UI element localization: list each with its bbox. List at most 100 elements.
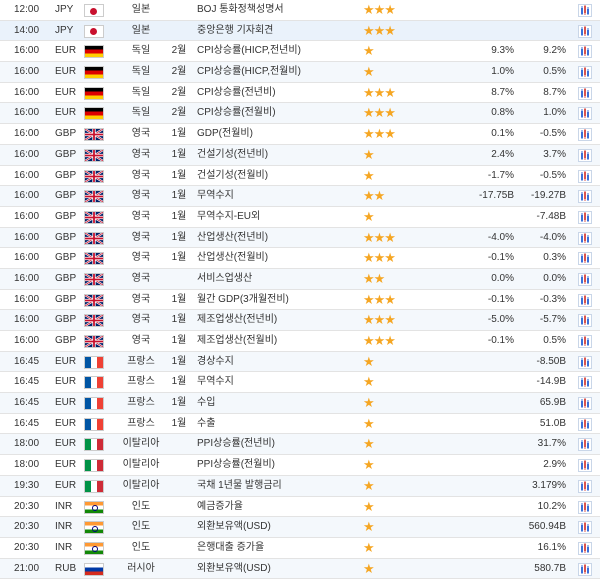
table-row[interactable]: 20:30 INR 인도 예금증가율 ★ 10.2% <box>0 497 600 518</box>
forecast-value: 3.179% <box>532 479 566 491</box>
chart-icon[interactable] <box>578 500 592 514</box>
event-name[interactable]: 건설기성(전월비) <box>197 166 362 186</box>
country-name: 프랑스 <box>127 417 155 429</box>
event-name[interactable]: PPI상승률(전월비) <box>197 455 362 475</box>
table-row[interactable]: 16:00 GBP 영국 1월 월간 GDP(3개월전비) ★★★ -0.1% … <box>0 290 600 311</box>
event-name[interactable]: 월간 GDP(3개월전비) <box>197 290 362 310</box>
event-name[interactable]: 국채 1년물 발행금리 <box>197 476 362 496</box>
currency-code: EUR <box>55 66 77 78</box>
importance-stars: ★★★ <box>363 291 396 307</box>
table-row[interactable]: 16:00 GBP 영국 1월 건설기성(전년비) ★ 2.4% 3.7% <box>0 144 600 166</box>
forecast-value: 3.7% <box>543 148 566 160</box>
event-name[interactable]: 외환보유액(USD) <box>197 517 362 537</box>
currency-code: EUR <box>55 479 77 491</box>
table-row[interactable]: 20:30 INR 인도 은행대출 증가율 ★ 16.1% <box>0 538 600 559</box>
chart-icon[interactable] <box>578 4 592 17</box>
chart-icon[interactable] <box>578 541 592 555</box>
country-name: 인도 <box>131 521 151 533</box>
table-row[interactable]: 16:00 EUR 독일 2월 CPI상승률(전월비) ★★★ 0.8% 1.0… <box>0 103 600 125</box>
chart-icon[interactable] <box>578 190 592 204</box>
chart-icon[interactable] <box>578 438 592 452</box>
chart-icon[interactable] <box>578 314 592 328</box>
event-name[interactable]: 경상수지 <box>197 352 362 372</box>
currency-code: EUR <box>55 45 77 57</box>
event-name[interactable]: 무역수지 <box>197 372 362 392</box>
importance-stars: ★ <box>363 353 375 369</box>
chart-icon[interactable] <box>578 335 592 348</box>
event-name[interactable]: 수출 <box>197 414 362 434</box>
table-row[interactable]: 19:30 EUR 이탈리아 국채 1년물 발행금리 ★ 3.179% <box>0 475 600 497</box>
event-name[interactable]: 서비스업생산 <box>197 269 362 289</box>
table-row[interactable]: 18:00 EUR 이탈리아 PPI상승률(전년비) ★ 31.7% <box>0 434 600 456</box>
chart-icon[interactable] <box>578 521 592 535</box>
table-row[interactable]: 16:45 EUR 프랑스 1월 경상수지 ★ -8.50B <box>0 351 600 373</box>
event-name[interactable]: CPI상승률(HICP,전월비) <box>197 62 362 82</box>
forecast-value: -5.7% <box>539 314 566 326</box>
event-name[interactable]: CPI상승률(HICP,전년비) <box>197 41 362 61</box>
event-period: 1월 <box>171 169 187 181</box>
event-time: 16:45 <box>14 397 40 409</box>
table-row[interactable]: 16:00 GBP 영국 1월 제조업생산(전월비) ★★★ -0.1% 0.5… <box>0 331 600 352</box>
event-name[interactable]: 은행대출 증가율 <box>197 538 362 558</box>
event-name[interactable]: 중앙은행 기자회견 <box>197 21 362 41</box>
table-row[interactable]: 16:45 EUR 프랑스 1월 수입 ★ 65.9B <box>0 393 600 414</box>
flag-icon <box>84 293 104 307</box>
event-name[interactable]: GDP(전월비) <box>197 124 362 144</box>
country-name: 영국 <box>131 272 151 284</box>
table-row[interactable]: 16:00 GBP 영국 서비스업생산 ★★ 0.0% 0.0% <box>0 268 600 290</box>
table-row[interactable]: 21:00 RUB 러시아 외환보유액(USD) ★ 580.7B <box>0 558 600 579</box>
event-name[interactable]: PPI상승률(전년비) <box>197 434 362 454</box>
chart-icon[interactable] <box>578 562 592 576</box>
chart-icon[interactable] <box>578 293 592 307</box>
event-name[interactable]: 무역수지 <box>197 186 362 206</box>
event-name[interactable]: CPI상승률(전년비) <box>197 83 362 103</box>
table-row[interactable]: 16:00 GBP 영국 1월 GDP(전월비) ★★★ 0.1% -0.5% <box>0 124 600 145</box>
chart-icon[interactable] <box>578 148 592 162</box>
table-row[interactable]: 16:00 EUR 독일 2월 CPI상승률(전년비) ★★★ 8.7% 8.7… <box>0 83 600 104</box>
event-name[interactable]: 수입 <box>197 393 362 413</box>
table-row[interactable]: 14:00 JPY 일본 중앙은행 기자회견 ★★★ <box>0 20 600 42</box>
chart-icon[interactable] <box>578 397 592 411</box>
chart-icon[interactable] <box>578 107 592 121</box>
chart-icon[interactable] <box>578 210 592 224</box>
table-row[interactable]: 18:00 EUR 이탈리아 PPI상승률(전월비) ★ 2.9% <box>0 455 600 476</box>
table-row[interactable]: 16:00 GBP 영국 1월 산업생산(전년비) ★★★ -4.0% -4.0… <box>0 227 600 249</box>
table-row[interactable]: 16:00 GBP 영국 1월 제조업생산(전년비) ★★★ -5.0% -5.… <box>0 310 600 331</box>
event-name[interactable]: 제조업생산(전월비) <box>197 331 362 351</box>
chart-icon[interactable] <box>578 231 592 245</box>
chart-icon[interactable] <box>578 252 592 266</box>
flag-icon <box>84 479 104 493</box>
chart-icon[interactable] <box>578 479 592 493</box>
event-name[interactable]: 산업생산(전월비) <box>197 248 362 268</box>
event-name[interactable]: 외환보유액(USD) <box>197 559 362 579</box>
table-row[interactable]: 16:00 GBP 영국 1월 무역수지-EU외 ★ -7.48B <box>0 207 600 228</box>
chart-icon[interactable] <box>578 417 592 431</box>
event-name[interactable]: BOJ 통화정책성명서 <box>197 0 362 20</box>
chart-icon[interactable] <box>578 169 592 183</box>
table-row[interactable]: 16:45 EUR 프랑스 1월 무역수지 ★ -14.9B <box>0 372 600 394</box>
table-row[interactable]: 16:00 EUR 독일 2월 CPI상승률(HICP,전년비) ★ 9.3% … <box>0 41 600 63</box>
chart-icon[interactable] <box>578 66 592 80</box>
table-row[interactable]: 16:45 EUR 프랑스 1월 수출 ★ 51.0B <box>0 414 600 435</box>
table-row[interactable]: 16:00 GBP 영국 1월 건설기성(전월비) ★ -1.7% -0.5% <box>0 166 600 187</box>
chart-icon[interactable] <box>578 272 592 286</box>
event-name[interactable]: 건설기성(전년비) <box>197 145 362 165</box>
event-name[interactable]: 예금증가율 <box>197 497 362 517</box>
table-row[interactable]: 12:00 JPY 일본 BOJ 통화정책성명서 ★★★ <box>0 0 600 21</box>
chart-icon[interactable] <box>578 355 592 369</box>
chart-icon[interactable] <box>578 24 592 38</box>
flag-icon <box>84 252 104 266</box>
event-name[interactable]: 무역수지-EU외 <box>197 207 362 227</box>
table-row[interactable]: 16:00 GBP 영국 1월 무역수지 ★★ -17.75B -19.27B <box>0 186 600 207</box>
table-row[interactable]: 16:00 GBP 영국 1월 산업생산(전월비) ★★★ -0.1% 0.3% <box>0 248 600 269</box>
chart-icon[interactable] <box>578 86 592 100</box>
chart-icon[interactable] <box>578 128 592 142</box>
table-row[interactable]: 20:30 INR 인도 외환보유액(USD) ★ 560.94B <box>0 517 600 538</box>
table-row[interactable]: 16:00 EUR 독일 2월 CPI상승률(HICP,전월비) ★ 1.0% … <box>0 62 600 83</box>
chart-icon[interactable] <box>578 376 592 390</box>
event-name[interactable]: CPI상승률(전월비) <box>197 103 362 123</box>
event-name[interactable]: 제조업생산(전년비) <box>197 310 362 330</box>
event-name[interactable]: 산업생산(전년비) <box>197 228 362 248</box>
chart-icon[interactable] <box>578 459 592 473</box>
chart-icon[interactable] <box>578 45 592 59</box>
